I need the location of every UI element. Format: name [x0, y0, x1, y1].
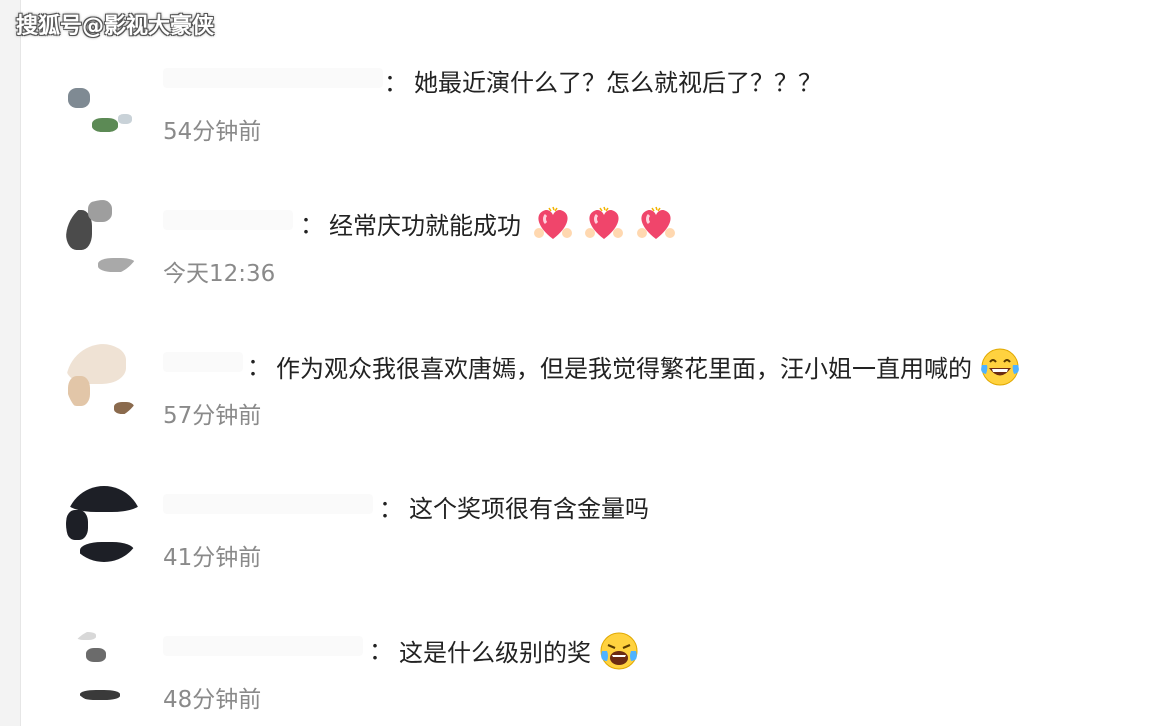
comment-time: 今天12:36 [163, 261, 276, 287]
comment-separator: ： [247, 353, 271, 381]
avatar[interactable] [66, 628, 142, 704]
comment-time: 57分钟前 [163, 403, 262, 429]
username[interactable] [163, 352, 243, 372]
comment-separator: ： [379, 495, 403, 523]
username[interactable] [163, 636, 363, 656]
comment-item: ： 这是什么级别的奖 48分钟前 [0, 0, 1174, 713]
avatar[interactable] [66, 486, 142, 562]
comment-text-content: 作为观众我很喜欢唐嫣，但是我觉得繁花里面，汪小姐一直用喊的 [276, 355, 972, 383]
comment-time: 48分钟前 [163, 687, 262, 713]
comment-text-content: 经常庆功就能成功 [329, 212, 521, 240]
heart-hands-emoji [636, 205, 676, 249]
avatar[interactable] [66, 200, 142, 276]
laughing-tears-emoji [980, 347, 1020, 393]
comment-text: 这个奖项很有含金量吗 [409, 495, 649, 523]
comment-separator: ： [300, 211, 324, 239]
heart-hands-emoji [533, 205, 573, 249]
avatar[interactable] [66, 344, 142, 420]
comment-time: 41分钟前 [163, 545, 262, 571]
crying-laughing-emoji [599, 631, 639, 677]
heart-hands-emoji [584, 205, 624, 249]
comment-text: 经常庆功就能成功 [329, 205, 676, 249]
comment-separator: ： [369, 637, 393, 665]
comment-text: 作为观众我很喜欢唐嫣，但是我觉得繁花里面，汪小姐一直用喊的 [276, 347, 1020, 393]
username[interactable] [163, 210, 293, 230]
comment-text: 这是什么级别的奖 [399, 631, 639, 677]
comment-text-content: 这是什么级别的奖 [399, 639, 591, 667]
username[interactable] [163, 494, 373, 514]
